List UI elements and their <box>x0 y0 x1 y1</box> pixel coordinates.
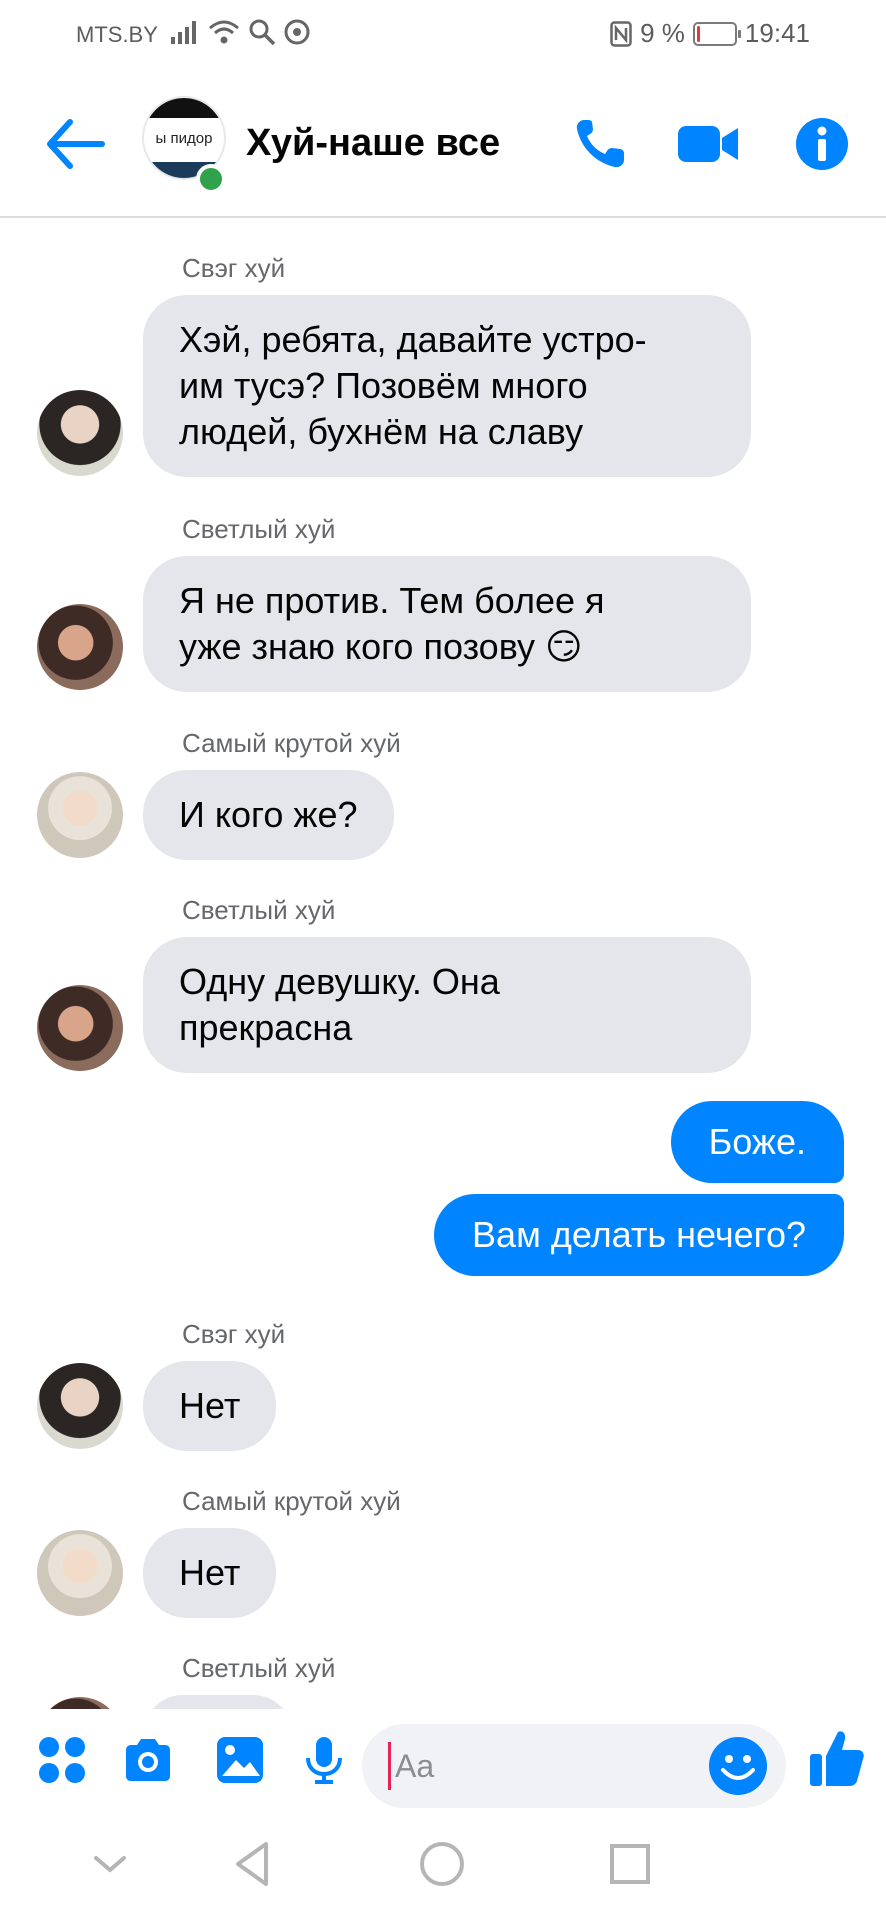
avatar[interactable] <box>37 604 123 690</box>
sender-name: Свэг хуй <box>182 253 286 283</box>
browser-icon <box>284 19 310 45</box>
carrier-name: MTS.BY <box>76 22 158 47</box>
emoji-icon[interactable] <box>708 1736 768 1796</box>
message-line: Нет <box>179 1552 241 1593</box>
status-right: 9 % 19:41 <box>610 18 810 49</box>
phone-icon[interactable] <box>572 116 632 172</box>
message-composer <box>0 1710 886 1810</box>
avatar[interactable] <box>37 985 123 1071</box>
avatar[interactable] <box>37 1530 123 1616</box>
message-line: людей, бухнём на славу <box>179 411 584 452</box>
message-line: Хэй, ребята, давайте устро- <box>179 319 647 360</box>
sender-name: Светлый хуй <box>182 514 336 544</box>
battery-level <box>696 25 700 42</box>
apps-grid-icon[interactable] <box>36 1734 88 1786</box>
group-avatar-text: ы пидор <box>155 130 213 147</box>
wifi-icon <box>209 20 239 44</box>
battery-icon <box>692 21 741 46</box>
message-bubble[interactable] <box>143 1695 293 1709</box>
message-bubble[interactable]: Хэй, ребята, давайте устро- им тусэ? Поз… <box>143 295 751 477</box>
battery-percent: 9 % <box>640 18 685 48</box>
message-bubble-outgoing[interactable]: Боже. <box>670 1101 844 1183</box>
info-icon[interactable] <box>794 116 850 172</box>
status-icons <box>170 18 310 46</box>
message-line: Я не против. Тем более я <box>179 580 605 621</box>
message-bubble[interactable]: Нет <box>143 1528 277 1618</box>
message-input[interactable] <box>388 1742 688 1790</box>
home-circle-icon[interactable] <box>412 1834 472 1894</box>
collapse-chevron-icon[interactable] <box>80 1834 140 1894</box>
sender-name: Светлый хуй <box>182 895 336 925</box>
message-line: прекрасна <box>179 1007 353 1048</box>
search-icon <box>249 19 276 46</box>
message-bubble[interactable]: Нет <box>143 1361 277 1451</box>
message-line: им тусэ? Позовём много <box>179 365 588 406</box>
back-arrow-icon[interactable] <box>46 118 106 170</box>
sender-name: Самый крутой хуй <box>182 728 401 758</box>
nfc-icon <box>610 20 632 47</box>
system-navigation-bar <box>0 1810 886 1920</box>
avatar[interactable] <box>37 390 123 476</box>
message-input-container <box>362 1724 786 1808</box>
chat-title[interactable]: Хуй-наше все <box>246 122 500 165</box>
camera-icon[interactable] <box>122 1734 174 1786</box>
microphone-icon[interactable] <box>298 1734 350 1786</box>
sender-name: Самый крутой хуй <box>182 1486 401 1516</box>
message-bubble[interactable]: Я не против. Тем более я уже знаю кого п… <box>143 556 751 692</box>
message-list[interactable]: Свэг хуй Хэй, ребята, давайте устро- им … <box>0 219 886 1709</box>
chat-header: ы пидор Хуй-наше все <box>0 72 886 218</box>
message-bubble[interactable]: Одну девушку. Она прекрасна <box>143 937 751 1073</box>
sender-name: Светлый хуй <box>182 1653 336 1683</box>
avatar[interactable] <box>37 1697 123 1709</box>
message-bubble[interactable]: И кого же? <box>143 770 394 860</box>
message-bubble-outgoing[interactable]: Вам делать нечего? <box>434 1194 844 1276</box>
sender-name: Свэг хуй <box>182 1319 286 1349</box>
message-line: Одну девушку. Она <box>179 961 500 1002</box>
message-line: уже знаю кого позову 😏 <box>179 626 583 667</box>
clock: 19:41 <box>744 18 810 48</box>
recents-square-icon[interactable] <box>600 1834 660 1894</box>
thumbs-up-icon[interactable] <box>808 1728 866 1788</box>
online-status-dot <box>196 164 226 194</box>
signal-icon <box>171 21 196 44</box>
message-line: Боже. <box>708 1121 806 1162</box>
message-line: Вам делать нечего? <box>472 1214 806 1255</box>
avatar[interactable] <box>37 1363 123 1449</box>
video-camera-icon[interactable] <box>676 116 740 172</box>
avatar[interactable] <box>37 772 123 858</box>
status-bar: MTS.BY 9 % 19:41 <box>0 0 886 72</box>
message-line: И кого же? <box>179 794 358 835</box>
back-triangle-icon[interactable] <box>224 1834 284 1894</box>
gallery-icon[interactable] <box>214 1734 266 1786</box>
message-line: Нет <box>179 1385 241 1426</box>
